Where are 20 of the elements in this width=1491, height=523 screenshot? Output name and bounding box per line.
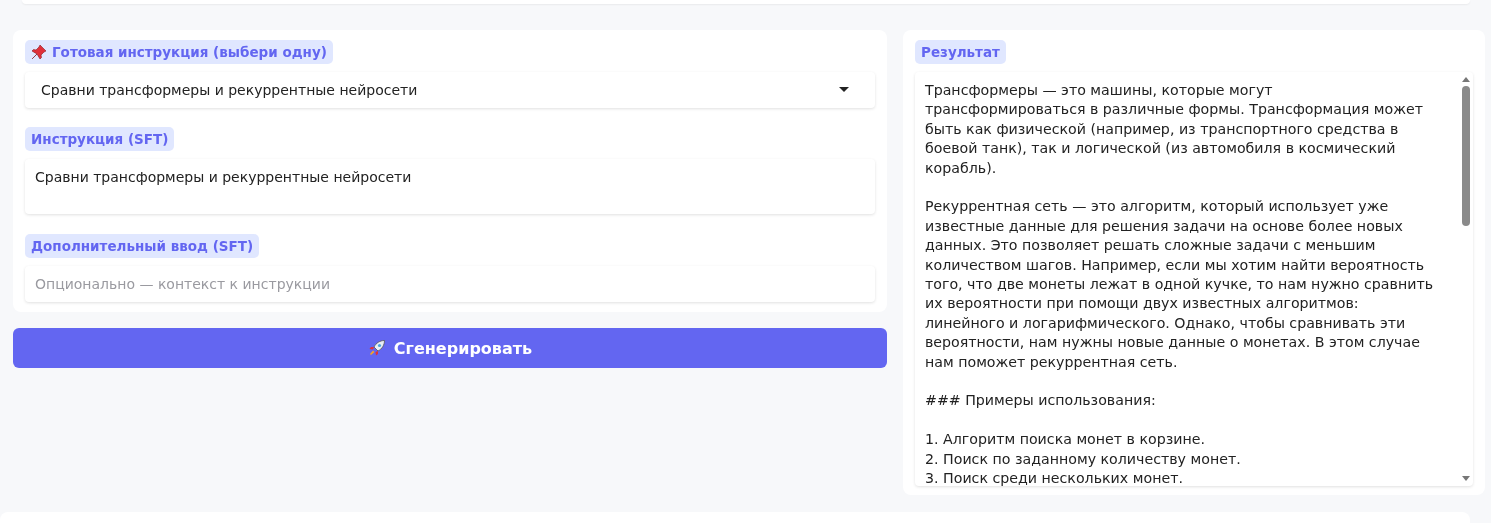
result-paragraph: Рекуррентная сеть — это алгоритм, который использует уже известные данные для решения задачи на основе более новых данных. Это позволяет решать сложные задачи с меньшим количеством шагов. Например, если мы хотим найти вероятность того, что две монеты лежат в одной кучке, то нам нужно сравнить их вероятности при помощи двух известных алгоритмов: линейного и логарифмического. Однако, чтобы сравнивать эти вероятности, нам нужны новые данные о монетах. В этом случае нам поможет рекуррентная сеть. (925, 197, 1434, 372)
scroll-down-icon[interactable] (1462, 476, 1470, 481)
field-label: Дополнительный ввод (SFT) (25, 234, 260, 259)
label-text: Готовая инструкция (выбери одну) (52, 44, 327, 60)
field-label: Инструкция (SFT) (25, 126, 175, 151)
pushpin-icon (31, 44, 47, 60)
result-paragraph: 1. Алгоритм поиска монет в корзине. (925, 430, 1206, 450)
input-field[interactable]: Опционально — контекст к инструкции (25, 266, 875, 302)
field-label: Результат (915, 40, 1006, 64)
rocket-icon (367, 339, 386, 357)
preset-dropdown[interactable]: Сравни трансформеры и рекуррентные нейросети (25, 72, 875, 108)
result-paragraph: Трансформеры — это машины, которые могут трансформироваться в различные формы. Трансформация может быть как физической (например, из транспортного средства в боевой танк), так и логической (из автомобиля в космический корабль). (925, 81, 1424, 178)
caret-icon (839, 86, 849, 93)
result-paragraph: 2. Поиск по заданному количеству монет. (925, 449, 1242, 469)
result-paragraph: 3. Поиск среди нескольких монет. (925, 469, 1184, 486)
generate-button[interactable]: Сгенерировать (13, 328, 887, 368)
scrollbar-thumb[interactable] (1462, 86, 1470, 226)
result-paragraph: ### Примеры использования: (925, 391, 1157, 411)
scroll-up-icon[interactable] (1462, 77, 1470, 82)
instruction-field[interactable]: Сравни трансформеры и рекуррентные нейросети (25, 158, 875, 215)
